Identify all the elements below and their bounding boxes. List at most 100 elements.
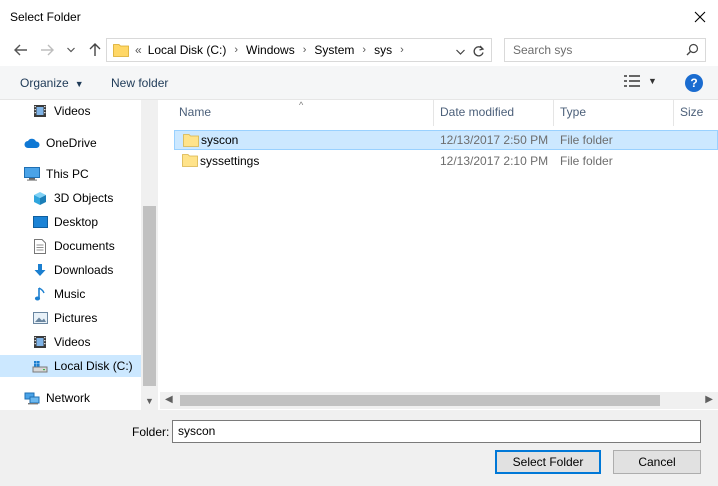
- nav-item-network[interactable]: Network: [24, 387, 141, 409]
- address-bar[interactable]: « Local Disk (C:) › Windows › System › s…: [106, 38, 492, 62]
- nav-item-local-disk[interactable]: Local Disk (C:): [0, 355, 141, 377]
- nav-item-3d-objects[interactable]: 3D Objects: [32, 187, 141, 209]
- breadcrumb-item-local-disk[interactable]: Local Disk (C:): [148, 43, 227, 57]
- breadcrumb-overflow[interactable]: «: [135, 43, 142, 57]
- network-icon: [24, 390, 40, 406]
- nav-item-pictures[interactable]: Pictures: [32, 307, 141, 329]
- refresh-button[interactable]: [469, 42, 487, 60]
- file-type: File folder: [560, 133, 613, 147]
- address-row: « Local Disk (C:) › Windows › System › s…: [0, 34, 718, 66]
- chevron-down-icon: [456, 49, 465, 55]
- scrollbar-thumb[interactable]: [180, 395, 660, 406]
- new-folder-button[interactable]: New folder: [111, 76, 168, 90]
- nav-item-videos-quick[interactable]: Videos: [32, 100, 141, 122]
- file-row-syssettings[interactable]: syssettings 12/13/2017 2:10 PM File fold…: [174, 151, 718, 171]
- folder-field[interactable]: [172, 420, 701, 443]
- organize-button[interactable]: Organize ▼: [20, 76, 84, 90]
- search-icon[interactable]: [686, 43, 699, 59]
- cloud-icon: [24, 135, 40, 151]
- file-name: syssettings: [200, 154, 260, 168]
- nav-item-desktop[interactable]: Desktop: [32, 211, 141, 233]
- horizontal-scrollbar[interactable]: ◀ ▶: [160, 392, 718, 409]
- column-divider[interactable]: [673, 100, 674, 126]
- scroll-down-icon[interactable]: ▼: [145, 396, 154, 406]
- command-bar: Organize ▼ New folder ▼ ?: [0, 66, 718, 100]
- recent-locations-button[interactable]: [62, 41, 80, 59]
- forward-arrow-icon: [41, 44, 54, 56]
- file-date-modified: 12/13/2017 2:50 PM: [440, 133, 549, 147]
- nav-item-onedrive[interactable]: OneDrive: [24, 132, 141, 154]
- up-button[interactable]: [86, 41, 104, 59]
- details-view-icon: [624, 75, 640, 87]
- breadcrumb-item-windows[interactable]: Windows: [246, 43, 295, 57]
- search-box[interactable]: [504, 38, 706, 62]
- computer-icon: [24, 166, 40, 182]
- breadcrumb-item-sys[interactable]: sys: [374, 43, 392, 57]
- close-button[interactable]: [688, 5, 712, 29]
- breadcrumb-chevron-icon[interactable]: ›: [362, 44, 366, 56]
- breadcrumb-item-system[interactable]: System: [314, 43, 354, 57]
- file-name: syscon: [201, 133, 239, 147]
- sort-ascending-icon: ^: [299, 100, 304, 110]
- nav-item-this-pc[interactable]: This PC: [24, 163, 141, 185]
- column-header-date-modified[interactable]: Date modified: [440, 100, 514, 124]
- change-view-button[interactable]: ▼: [624, 75, 657, 87]
- nav-item-music[interactable]: Music: [32, 283, 141, 305]
- cube-icon: [32, 190, 48, 206]
- nav-item-label: This PC: [46, 167, 89, 181]
- video-icon: [32, 103, 48, 119]
- window-title: Select Folder: [10, 10, 81, 24]
- picture-icon: [32, 310, 48, 326]
- scrollbar-thumb[interactable]: [143, 206, 156, 386]
- nav-item-label: Desktop: [54, 215, 99, 229]
- nav-item-label: Network: [46, 391, 91, 405]
- back-arrow-icon: [14, 44, 27, 56]
- nav-item-label: Videos: [54, 335, 91, 349]
- select-folder-button[interactable]: Select Folder: [495, 450, 601, 474]
- breadcrumb-chevron-icon[interactable]: ›: [400, 44, 404, 56]
- breadcrumb-chevron-icon[interactable]: ›: [303, 44, 307, 56]
- cancel-button[interactable]: Cancel: [613, 450, 701, 474]
- column-header-type[interactable]: Type: [560, 100, 586, 124]
- forward-button[interactable]: [38, 41, 56, 59]
- navigation-scrollbar[interactable]: ▼: [141, 100, 158, 410]
- breadcrumb: « Local Disk (C:) › Windows › System › s…: [135, 43, 412, 57]
- title-bar: Select Folder: [0, 0, 718, 34]
- column-divider[interactable]: [433, 100, 434, 126]
- column-divider[interactable]: [553, 100, 554, 126]
- folder-icon: [182, 154, 198, 167]
- search-input[interactable]: [513, 43, 673, 57]
- file-type: File folder: [560, 154, 613, 168]
- nav-item-label: Videos: [54, 104, 91, 118]
- nav-item-documents[interactable]: Documents: [32, 235, 141, 257]
- nav-item-label: Pictures: [54, 311, 98, 325]
- scroll-right-icon[interactable]: ▶: [705, 394, 713, 405]
- file-list: ^ Name Date modified Type Size syscon 12…: [160, 100, 718, 410]
- breadcrumb-chevron-icon[interactable]: ›: [234, 44, 238, 56]
- drive-icon: [32, 358, 48, 374]
- nav-item-label: OneDrive: [46, 136, 97, 150]
- folder-icon: [113, 44, 129, 57]
- close-icon: [694, 11, 706, 23]
- organize-label: Organize: [20, 76, 69, 90]
- folder-input[interactable]: [178, 424, 678, 438]
- nav-item-label: Downloads: [54, 263, 114, 277]
- nav-item-downloads[interactable]: Downloads: [32, 259, 141, 281]
- dropdown-caret-icon: ▼: [74, 79, 84, 89]
- refresh-icon: [473, 45, 485, 56]
- folder-icon: [183, 134, 199, 147]
- dialog-footer: Folder: Select Folder Cancel: [0, 410, 718, 486]
- column-header-name[interactable]: Name: [179, 100, 211, 124]
- chevron-down-icon: [67, 47, 75, 53]
- nav-item-videos[interactable]: Videos: [32, 331, 141, 353]
- back-button[interactable]: [12, 41, 30, 59]
- column-header-size[interactable]: Size: [680, 100, 703, 124]
- address-dropdown-button[interactable]: [456, 44, 465, 58]
- help-button[interactable]: ?: [685, 74, 703, 92]
- desktop-icon: [32, 214, 48, 230]
- scroll-left-icon[interactable]: ◀: [165, 394, 173, 405]
- file-row-syscon[interactable]: syscon 12/13/2017 2:50 PM File folder: [174, 130, 718, 150]
- download-icon: [32, 262, 48, 278]
- document-icon: [32, 238, 48, 254]
- dropdown-caret-icon: ▼: [648, 76, 657, 86]
